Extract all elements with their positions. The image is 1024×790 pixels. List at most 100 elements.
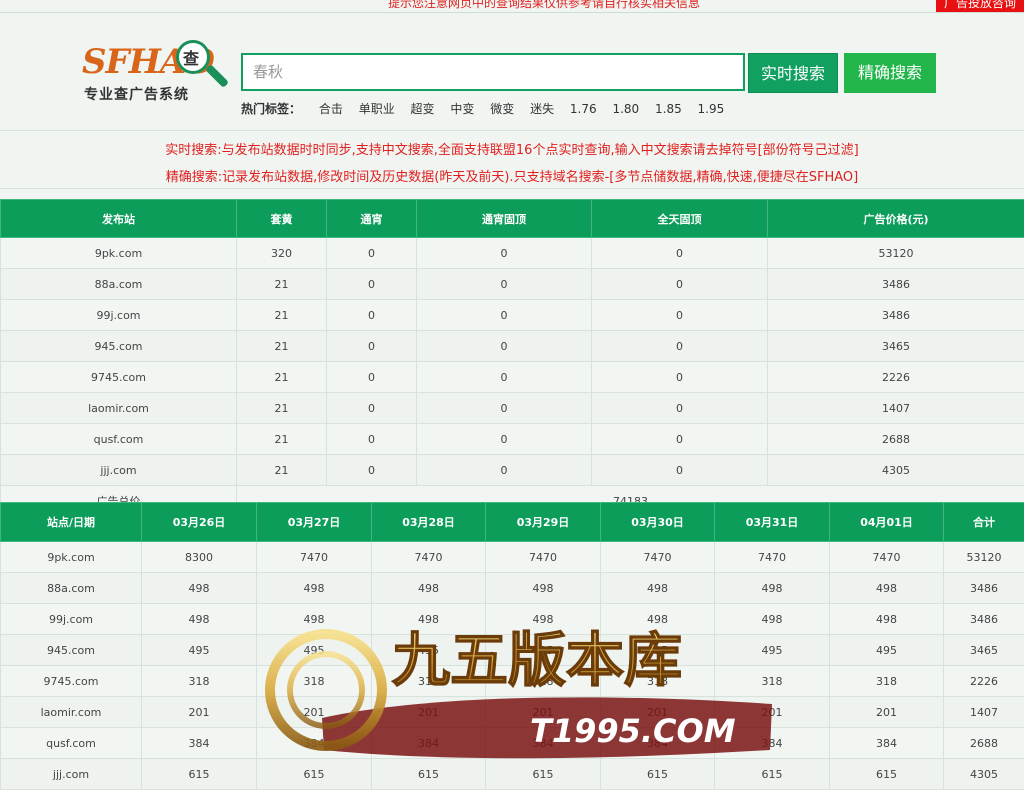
value-cell: 495 xyxy=(715,635,830,666)
value-cell: 21 xyxy=(237,269,327,300)
hot-tag[interactable]: 1.80 xyxy=(612,102,639,116)
value-cell: 53120 xyxy=(944,542,1024,573)
table-header-row: 发布站套黄通宵通宵固顶全天固顶广告价格(元) xyxy=(1,200,1024,238)
top-notice-bar: 提示您注意网页中的查询结果仅供参考请自行核实相关信息 广告投放咨询 xyxy=(0,0,1024,12)
value-cell: 21 xyxy=(237,455,327,486)
hot-tag[interactable]: 迷失 xyxy=(530,102,554,116)
top-corner-label: 广告投放咨询 xyxy=(944,0,1016,11)
hot-tag[interactable]: 中变 xyxy=(450,102,474,116)
value-cell: 7470 xyxy=(372,542,486,573)
hot-tag[interactable]: 超变 xyxy=(411,102,435,116)
column-header: 03月28日 xyxy=(372,503,486,542)
table-row: 88a.com210003486 xyxy=(1,269,1024,300)
column-header: 广告价格(元) xyxy=(768,200,1024,238)
column-header: 合计 xyxy=(944,503,1024,542)
value-cell: 498 xyxy=(257,573,372,604)
exact-search-info: 精确搜索:记录发布站数据,修改时间及历史数据(昨天及前天).只支持域名搜索-[多… xyxy=(0,166,1024,185)
hot-tag[interactable]: 1.95 xyxy=(698,102,725,116)
value-cell: 615 xyxy=(715,759,830,790)
value-cell: 4305 xyxy=(768,455,1024,486)
value-cell: 498 xyxy=(372,573,486,604)
value-cell: 0 xyxy=(592,269,768,300)
value-cell: 0 xyxy=(417,455,592,486)
value-cell: 201 xyxy=(830,697,944,728)
value-cell: 201 xyxy=(257,697,372,728)
realtime-search-info: 实时搜索:与发布站数据时时同步,支持中文搜索,全面支持联盟16个点实时查询,输入… xyxy=(0,139,1024,158)
search-input[interactable]: 春秋 xyxy=(241,53,745,91)
table-row: laomir.com210001407 xyxy=(1,393,1024,424)
value-cell: 495 xyxy=(601,635,715,666)
value-cell: 495 xyxy=(830,635,944,666)
value-cell: 384 xyxy=(715,728,830,759)
hot-tag[interactable]: 合击 xyxy=(319,102,343,116)
site-cell: 9745.com xyxy=(1,362,237,393)
hot-tag[interactable]: 1.85 xyxy=(655,102,682,116)
value-cell: 8300 xyxy=(142,542,257,573)
value-cell: 3486 xyxy=(768,269,1024,300)
value-cell: 0 xyxy=(417,238,592,269)
hot-tag[interactable]: 1.76 xyxy=(570,102,597,116)
value-cell: 1407 xyxy=(944,697,1024,728)
value-cell: 320 xyxy=(237,238,327,269)
hot-tag[interactable]: 单职业 xyxy=(359,102,395,116)
column-header: 套黄 xyxy=(237,200,327,238)
hot-tag[interactable]: 微变 xyxy=(490,102,514,116)
value-cell: 3486 xyxy=(944,604,1024,635)
value-cell: 384 xyxy=(486,728,601,759)
site-cell: 9pk.com xyxy=(1,542,142,573)
value-cell: 7470 xyxy=(486,542,601,573)
value-cell: 318 xyxy=(142,666,257,697)
value-cell: 21 xyxy=(237,424,327,455)
table-row: jjj.com210004305 xyxy=(1,455,1024,486)
site-cell: 99j.com xyxy=(1,604,142,635)
column-header: 站点/日期 xyxy=(1,503,142,542)
value-cell: 0 xyxy=(417,424,592,455)
site-logo[interactable]: SFHAO 查 专业查广告系统 xyxy=(82,40,238,104)
value-cell: 615 xyxy=(830,759,944,790)
value-cell: 498 xyxy=(142,573,257,604)
site-cell: jjj.com xyxy=(1,759,142,790)
value-cell: 495 xyxy=(486,635,601,666)
value-cell: 201 xyxy=(142,697,257,728)
site-cell: 9745.com xyxy=(1,666,142,697)
site-cell: jjj.com xyxy=(1,455,237,486)
value-cell: 3486 xyxy=(768,300,1024,331)
value-cell: 7470 xyxy=(257,542,372,573)
table-header-row: 站点/日期03月26日03月27日03月28日03月29日03月30日03月31… xyxy=(1,503,1024,542)
top-corner-link[interactable]: 广告投放咨询 xyxy=(936,0,1024,12)
table-row: 99j.com4984984984984984984983486 xyxy=(1,604,1024,635)
value-cell: 0 xyxy=(592,393,768,424)
info-divider xyxy=(0,188,1024,189)
value-cell: 495 xyxy=(142,635,257,666)
value-cell: 201 xyxy=(715,697,830,728)
value-cell: 201 xyxy=(372,697,486,728)
logo-subtitle: 专业查广告系统 xyxy=(84,84,189,104)
value-cell: 3486 xyxy=(944,573,1024,604)
table-row: 88a.com4984984984984984984983486 xyxy=(1,573,1024,604)
value-cell: 0 xyxy=(592,455,768,486)
realtime-search-button[interactable]: 实时搜索 xyxy=(748,53,838,93)
value-cell: 0 xyxy=(592,300,768,331)
site-cell: 88a.com xyxy=(1,269,237,300)
value-cell: 2688 xyxy=(944,728,1024,759)
top-divider xyxy=(0,12,1024,13)
site-cell: 99j.com xyxy=(1,300,237,331)
column-header: 03月30日 xyxy=(601,503,715,542)
table-row: 945.com210003465 xyxy=(1,331,1024,362)
value-cell: 201 xyxy=(486,697,601,728)
value-cell: 0 xyxy=(417,393,592,424)
value-cell: 201 xyxy=(601,697,715,728)
site-cell: 88a.com xyxy=(1,573,142,604)
table-row: jjj.com6156156156156156156154305 xyxy=(1,759,1024,790)
value-cell: 2226 xyxy=(768,362,1024,393)
value-cell: 0 xyxy=(327,455,417,486)
exact-search-button[interactable]: 精确搜索 xyxy=(844,53,936,93)
table-row: 9pk.com830074707470747074707470747053120 xyxy=(1,542,1024,573)
value-cell: 384 xyxy=(830,728,944,759)
value-cell: 498 xyxy=(486,573,601,604)
column-header: 发布站 xyxy=(1,200,237,238)
site-cell: laomir.com xyxy=(1,393,237,424)
value-cell: 615 xyxy=(486,759,601,790)
value-cell: 53120 xyxy=(768,238,1024,269)
table-row: 9pk.com32000053120 xyxy=(1,238,1024,269)
